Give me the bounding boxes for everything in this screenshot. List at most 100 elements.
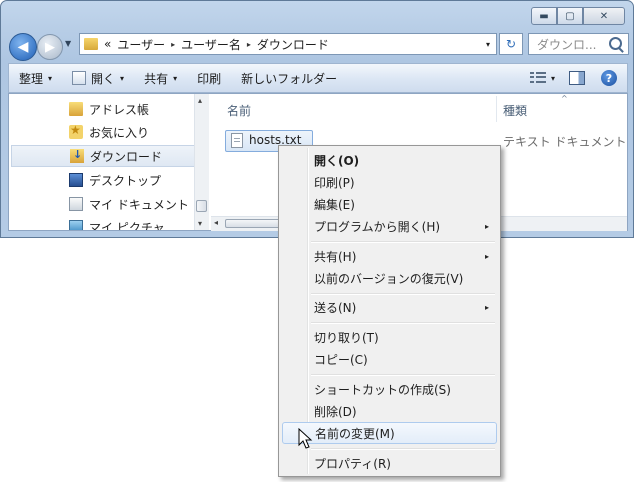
mouse-pointer-icon: [298, 428, 313, 449]
documents-icon: [69, 197, 83, 211]
organize-label: 整理: [19, 71, 44, 86]
recent-pages-dropdown[interactable]: ▼: [65, 39, 71, 48]
breadcrumb-separator[interactable]: ▸: [171, 40, 175, 49]
print-label: 印刷: [197, 71, 222, 86]
organize-button[interactable]: 整理 ▾: [9, 64, 62, 92]
column-header-name[interactable]: 名前: [227, 102, 251, 119]
menu-item-label: 共有(H): [314, 249, 357, 264]
breadcrumb-item-users[interactable]: ユーザー: [117, 36, 165, 53]
print-button[interactable]: 印刷: [187, 64, 231, 92]
folder-icon: [84, 38, 98, 50]
menu-item-label: 編集(E): [314, 197, 355, 212]
help-button[interactable]: ?: [593, 64, 627, 92]
open-button[interactable]: 開く ▾: [62, 64, 134, 92]
pictures-icon: [69, 220, 83, 230]
breadcrumb-item-username[interactable]: ユーザー名: [181, 36, 241, 53]
menu-item-send-to[interactable]: 送る(N) ▸: [282, 296, 497, 318]
menu-item-label: ショートカットの作成(S): [314, 382, 451, 397]
menu-item-label: プロパティ(R): [314, 456, 391, 471]
nav-item-label: アドレス帳: [89, 102, 150, 117]
preview-pane-button[interactable]: [561, 64, 593, 92]
nav-item-my-documents[interactable]: マイ ドキュメント: [9, 193, 197, 215]
new-folder-button[interactable]: 新しいフォルダー: [231, 64, 347, 92]
text-file-icon: [231, 133, 243, 148]
menu-item-open-with[interactable]: プログラムから開く(H) ▸: [282, 215, 497, 237]
menu-item-rename[interactable]: 名前の変更(M): [282, 422, 497, 444]
nav-item-downloads[interactable]: ダウンロード: [11, 145, 195, 167]
address-bar[interactable]: « ユーザー ▸ ユーザー名 ▸ ダウンロード ▾: [79, 33, 497, 55]
menu-item-label: 以前のバージョンの復元(V): [314, 271, 464, 286]
address-dropdown[interactable]: ▾: [486, 40, 490, 49]
forward-button[interactable]: ▶: [37, 34, 63, 60]
desktop-icon: [69, 173, 83, 187]
menu-item-label: プログラムから開く(H): [314, 219, 441, 234]
scroll-up-icon[interactable]: ▴: [198, 96, 202, 105]
menu-separator: [311, 374, 495, 376]
menu-separator: [311, 241, 495, 243]
breadcrumb-separator[interactable]: ▸: [247, 40, 251, 49]
menu-separator: [311, 448, 495, 450]
search-placeholder: ダウンロ...: [537, 37, 597, 52]
breadcrumb-overflow[interactable]: «: [104, 37, 111, 51]
minimize-button[interactable]: ▬: [531, 7, 557, 25]
menu-item-print[interactable]: 印刷(P): [282, 171, 497, 193]
menu-item-label: コピー(C): [314, 352, 368, 367]
views-icon: [529, 72, 546, 84]
breadcrumb: « ユーザー ▸ ユーザー名 ▸ ダウンロード: [104, 36, 329, 53]
file-type: テキスト ドキュメント: [503, 135, 627, 149]
share-button[interactable]: 共有 ▾: [134, 64, 187, 92]
menu-item-properties[interactable]: プロパティ(R): [282, 452, 497, 474]
folder-icon: [69, 102, 83, 116]
menu-item-restore-previous-versions[interactable]: 以前のバージョンの復元(V): [282, 267, 497, 289]
command-bar: 整理 ▾ 開く ▾ 共有 ▾ 印刷 新しいフォルダー ▾ ?: [8, 63, 628, 93]
scroll-left-icon[interactable]: ◂: [214, 218, 218, 227]
column-header-type[interactable]: 種類: [503, 102, 527, 119]
menu-item-copy[interactable]: コピー(C): [282, 348, 497, 370]
new-folder-label: 新しいフォルダー: [241, 71, 338, 86]
menu-item-label: 送る(N): [314, 300, 357, 315]
menu-item-label: 印刷(P): [314, 175, 355, 190]
scroll-down-icon[interactable]: ▾: [198, 219, 202, 228]
search-icon[interactable]: [609, 37, 622, 50]
nav-item-label: お気に入り: [89, 125, 150, 140]
menu-separator: [311, 322, 495, 324]
nav-item-my-pictures[interactable]: マイ ピクチャ: [9, 216, 197, 230]
share-label: 共有: [144, 71, 169, 86]
caption-buttons: ▬ ▢ ✕: [531, 7, 625, 25]
menu-item-cut[interactable]: 切り取り(T): [282, 326, 497, 348]
views-button[interactable]: ▾: [524, 64, 561, 92]
chevron-down-icon: ▾: [48, 73, 53, 83]
nav-pane-scrollbar[interactable]: ▴ ▾: [194, 94, 209, 230]
chevron-down-icon: ▾: [120, 73, 125, 83]
menu-item-label: 削除(D): [314, 404, 357, 419]
submenu-arrow-icon: ▸: [484, 251, 489, 261]
menu-item-create-shortcut[interactable]: ショートカットの作成(S): [282, 378, 497, 400]
menu-item-open[interactable]: 開く(O): [282, 149, 497, 171]
nav-item-favorites[interactable]: お気に入り: [9, 121, 197, 143]
menu-item-label: 開く(O): [314, 153, 360, 168]
close-button[interactable]: ✕: [583, 7, 625, 25]
refresh-button[interactable]: ↻: [499, 33, 523, 55]
menu-item-delete[interactable]: 削除(D): [282, 400, 497, 422]
help-icon: ?: [601, 70, 617, 86]
chevron-down-icon: ▾: [550, 73, 555, 83]
nav-item-label: ダウンロード: [90, 149, 163, 164]
nav-item-label: デスクトップ: [89, 173, 162, 188]
menu-item-edit[interactable]: 編集(E): [282, 193, 497, 215]
search-input[interactable]: ダウンロ...: [528, 33, 629, 55]
column-divider[interactable]: [496, 96, 497, 122]
menu-item-share[interactable]: 共有(H) ▸: [282, 245, 497, 267]
menu-separator: [311, 293, 495, 295]
back-button[interactable]: ◀: [9, 33, 37, 61]
menu-item-label: 切り取り(T): [314, 330, 379, 345]
submenu-arrow-icon: ▸: [484, 302, 489, 312]
navigation-pane: アドレス帳 お気に入り ダウンロード デスクトップ マイ ドキュメント マイ ピ…: [9, 94, 209, 230]
breadcrumb-item-downloads[interactable]: ダウンロード: [257, 36, 329, 53]
nav-item-label: マイ ドキュメント: [89, 197, 189, 212]
scrollbar-thumb[interactable]: [196, 200, 207, 212]
favorites-icon: [69, 123, 83, 139]
nav-item-address-book[interactable]: アドレス帳: [9, 98, 197, 120]
nav-item-desktop[interactable]: デスクトップ: [9, 169, 197, 191]
maximize-button[interactable]: ▢: [557, 7, 583, 25]
sort-indicator-icon: ^: [561, 94, 568, 103]
